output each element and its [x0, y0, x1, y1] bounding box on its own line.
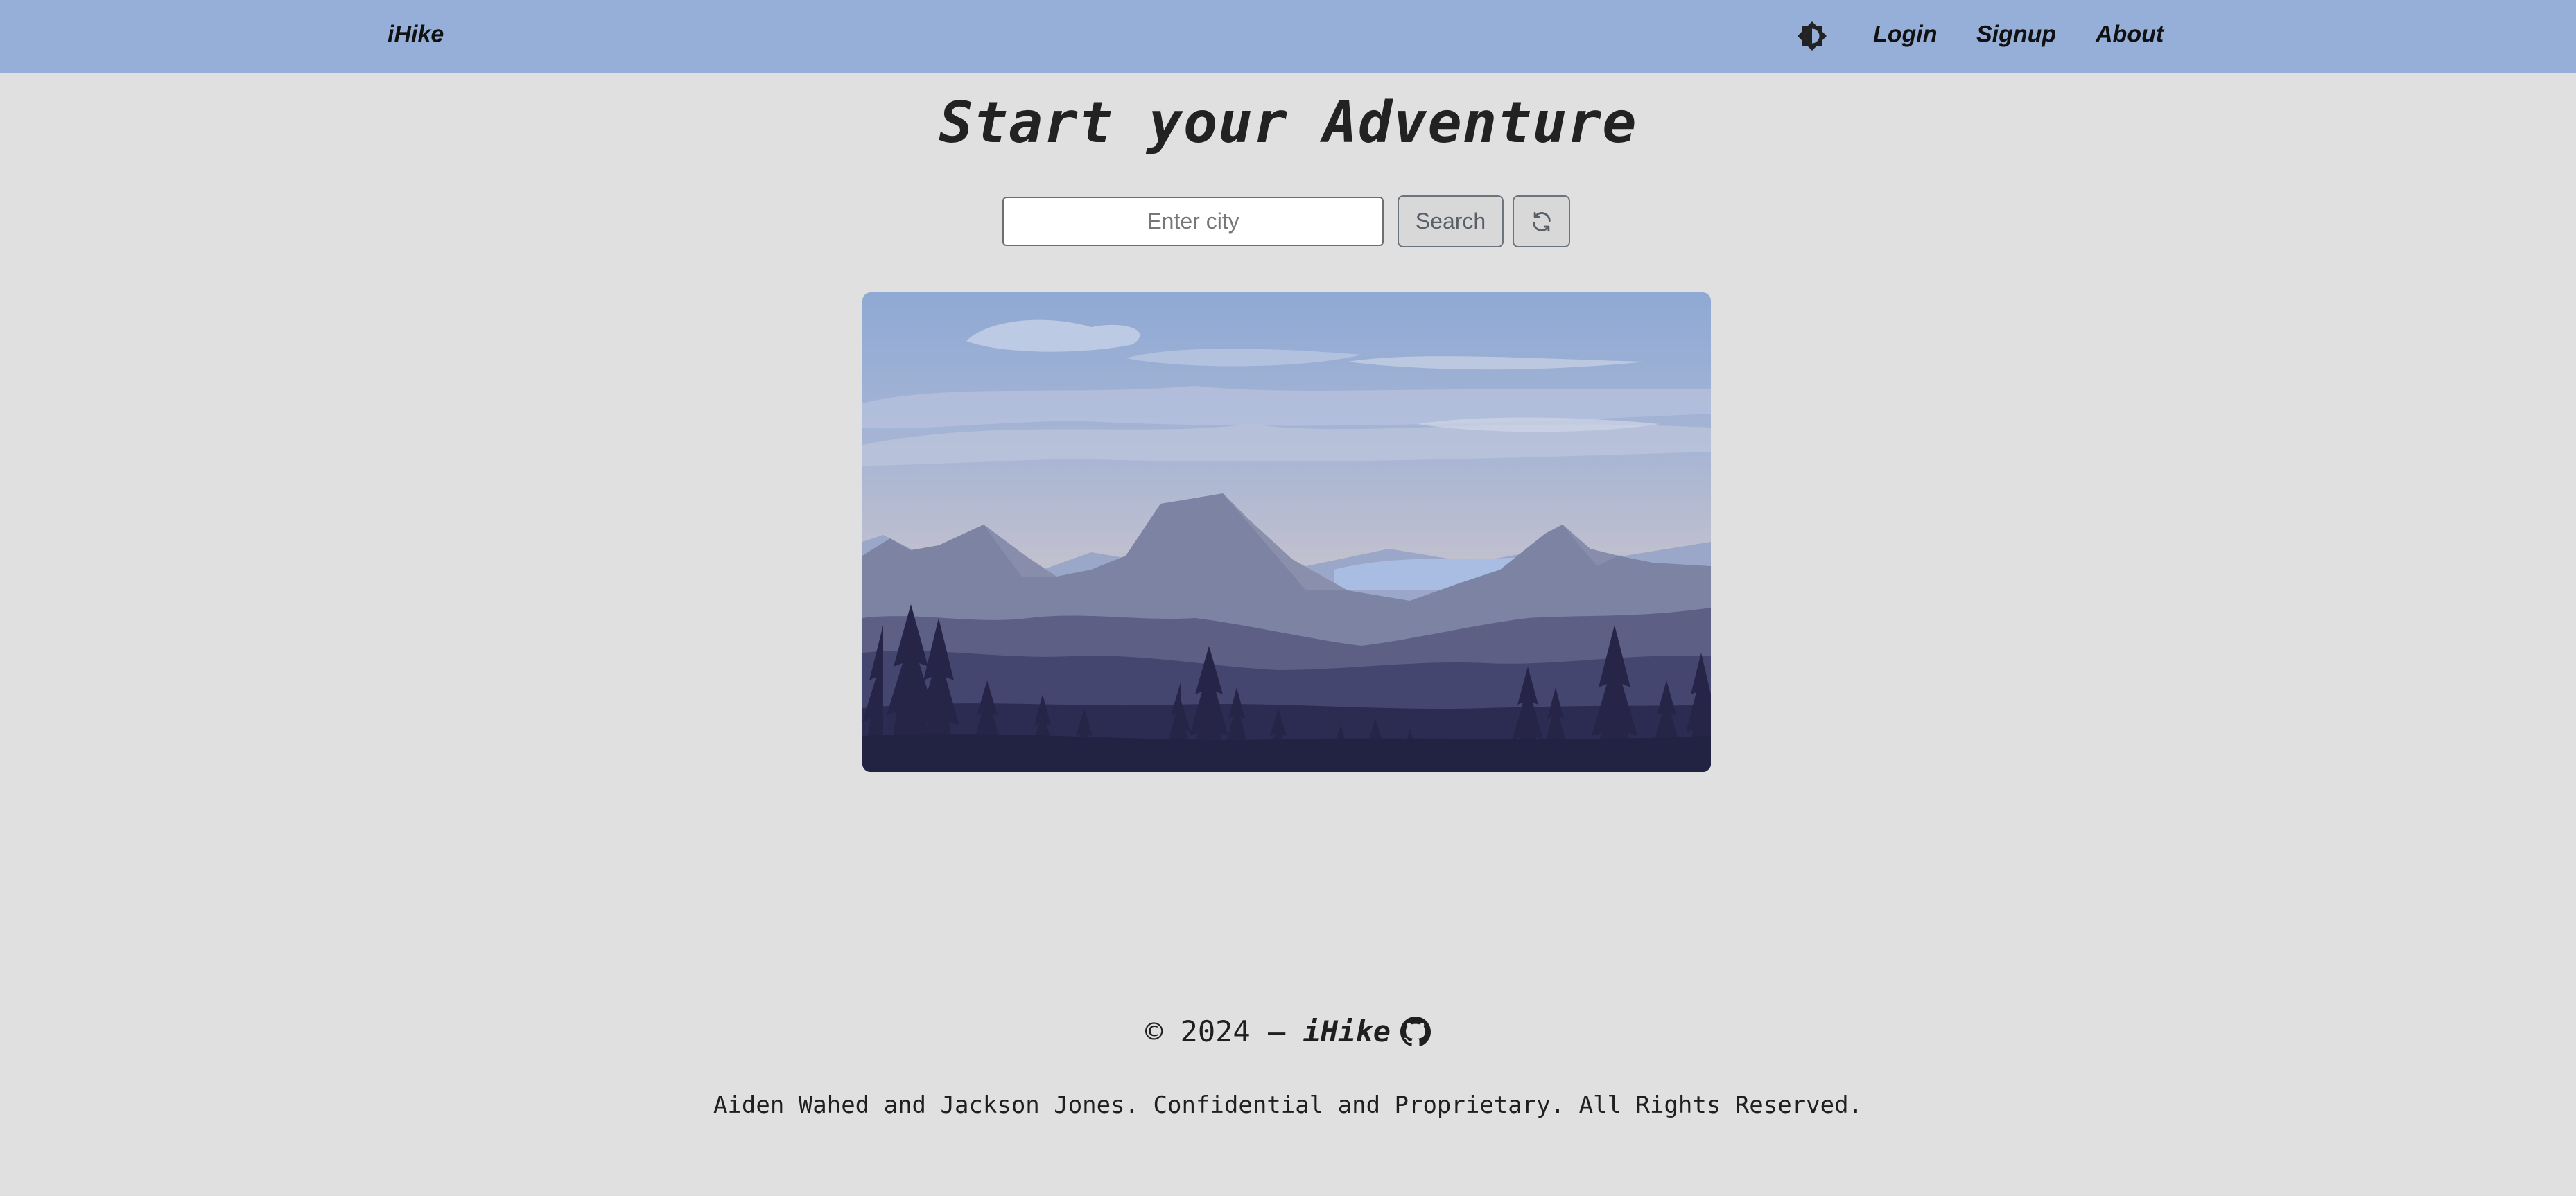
footer-copyright: © 2024 – iHike [0, 1014, 2576, 1048]
refresh-button[interactable] [1513, 195, 1570, 247]
theme-toggle-button[interactable] [1796, 20, 1828, 52]
github-link[interactable] [1400, 1016, 1431, 1047]
mountain-landscape-illustration [862, 292, 1711, 772]
city-search-input[interactable] [1002, 197, 1384, 246]
nav-signup-link[interactable]: Signup [1976, 21, 2056, 49]
page-title: Start your Adventure [939, 90, 1637, 156]
nav-about-link[interactable]: About [2096, 21, 2164, 49]
nav-login-link[interactable]: Login [1873, 21, 1938, 49]
search-button[interactable]: Search [1398, 195, 1504, 247]
refresh-icon [1532, 211, 1551, 231]
copyright-text: © 2024 – [1145, 1014, 1303, 1048]
navbar: iHike Login Signup About [0, 0, 2576, 73]
hero-image [862, 292, 1711, 772]
github-icon [1400, 1016, 1431, 1046]
brand-logo-link[interactable]: iHike [388, 21, 444, 49]
half-circle-sun-icon [1798, 21, 1827, 51]
footer-brand: iHike [1303, 1014, 1391, 1048]
footer-notice: Aiden Wahed and Jackson Jones. Confident… [713, 1091, 1863, 1119]
